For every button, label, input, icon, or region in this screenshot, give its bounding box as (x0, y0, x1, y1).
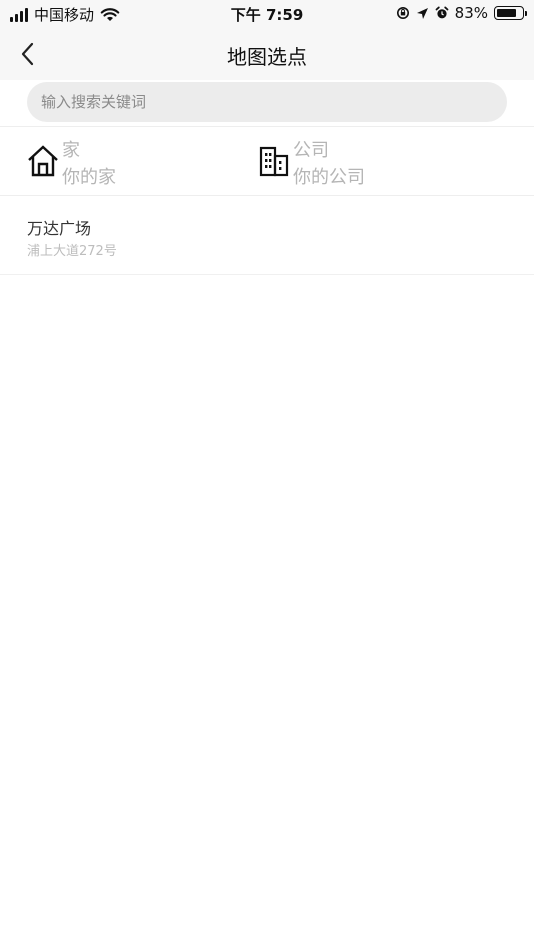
result-address: 浦上大道272号 (27, 244, 117, 259)
result-list: 万达广场 浦上大道272号 (0, 198, 534, 275)
location-arrow-icon (416, 7, 428, 19)
status-bar: 中国移动 下午 7:59 83% (0, 0, 534, 28)
page-title: 地图选点 (227, 45, 307, 69)
nav-bar: 地图选点 (0, 28, 534, 80)
list-item[interactable]: 万达广场 浦上大道272号 (0, 198, 534, 275)
battery-percent: 83% (454, 4, 488, 22)
battery-tip (525, 11, 527, 16)
shortcut-home-title: 家 (62, 140, 80, 161)
home-icon (28, 145, 58, 177)
shortcut-home[interactable]: 家 你的家 (27, 127, 257, 195)
rotation-lock-icon (396, 7, 409, 19)
shortcut-row: 家 你的家 公司 你的公司 (0, 127, 534, 196)
shortcut-office[interactable]: 公司 你的公司 (258, 127, 488, 195)
search-bar (0, 80, 534, 127)
shortcut-office-title: 公司 (293, 140, 329, 161)
result-name: 万达广场 (27, 219, 92, 238)
alarm-icon (435, 6, 449, 19)
status-right: 83% (396, 4, 527, 22)
battery-icon (494, 6, 527, 20)
search-input[interactable] (27, 82, 507, 122)
battery-fill (497, 9, 517, 17)
shortcut-home-subtitle: 你的家 (62, 167, 116, 188)
building-icon (259, 146, 289, 177)
shortcut-office-subtitle: 你的公司 (293, 167, 365, 188)
